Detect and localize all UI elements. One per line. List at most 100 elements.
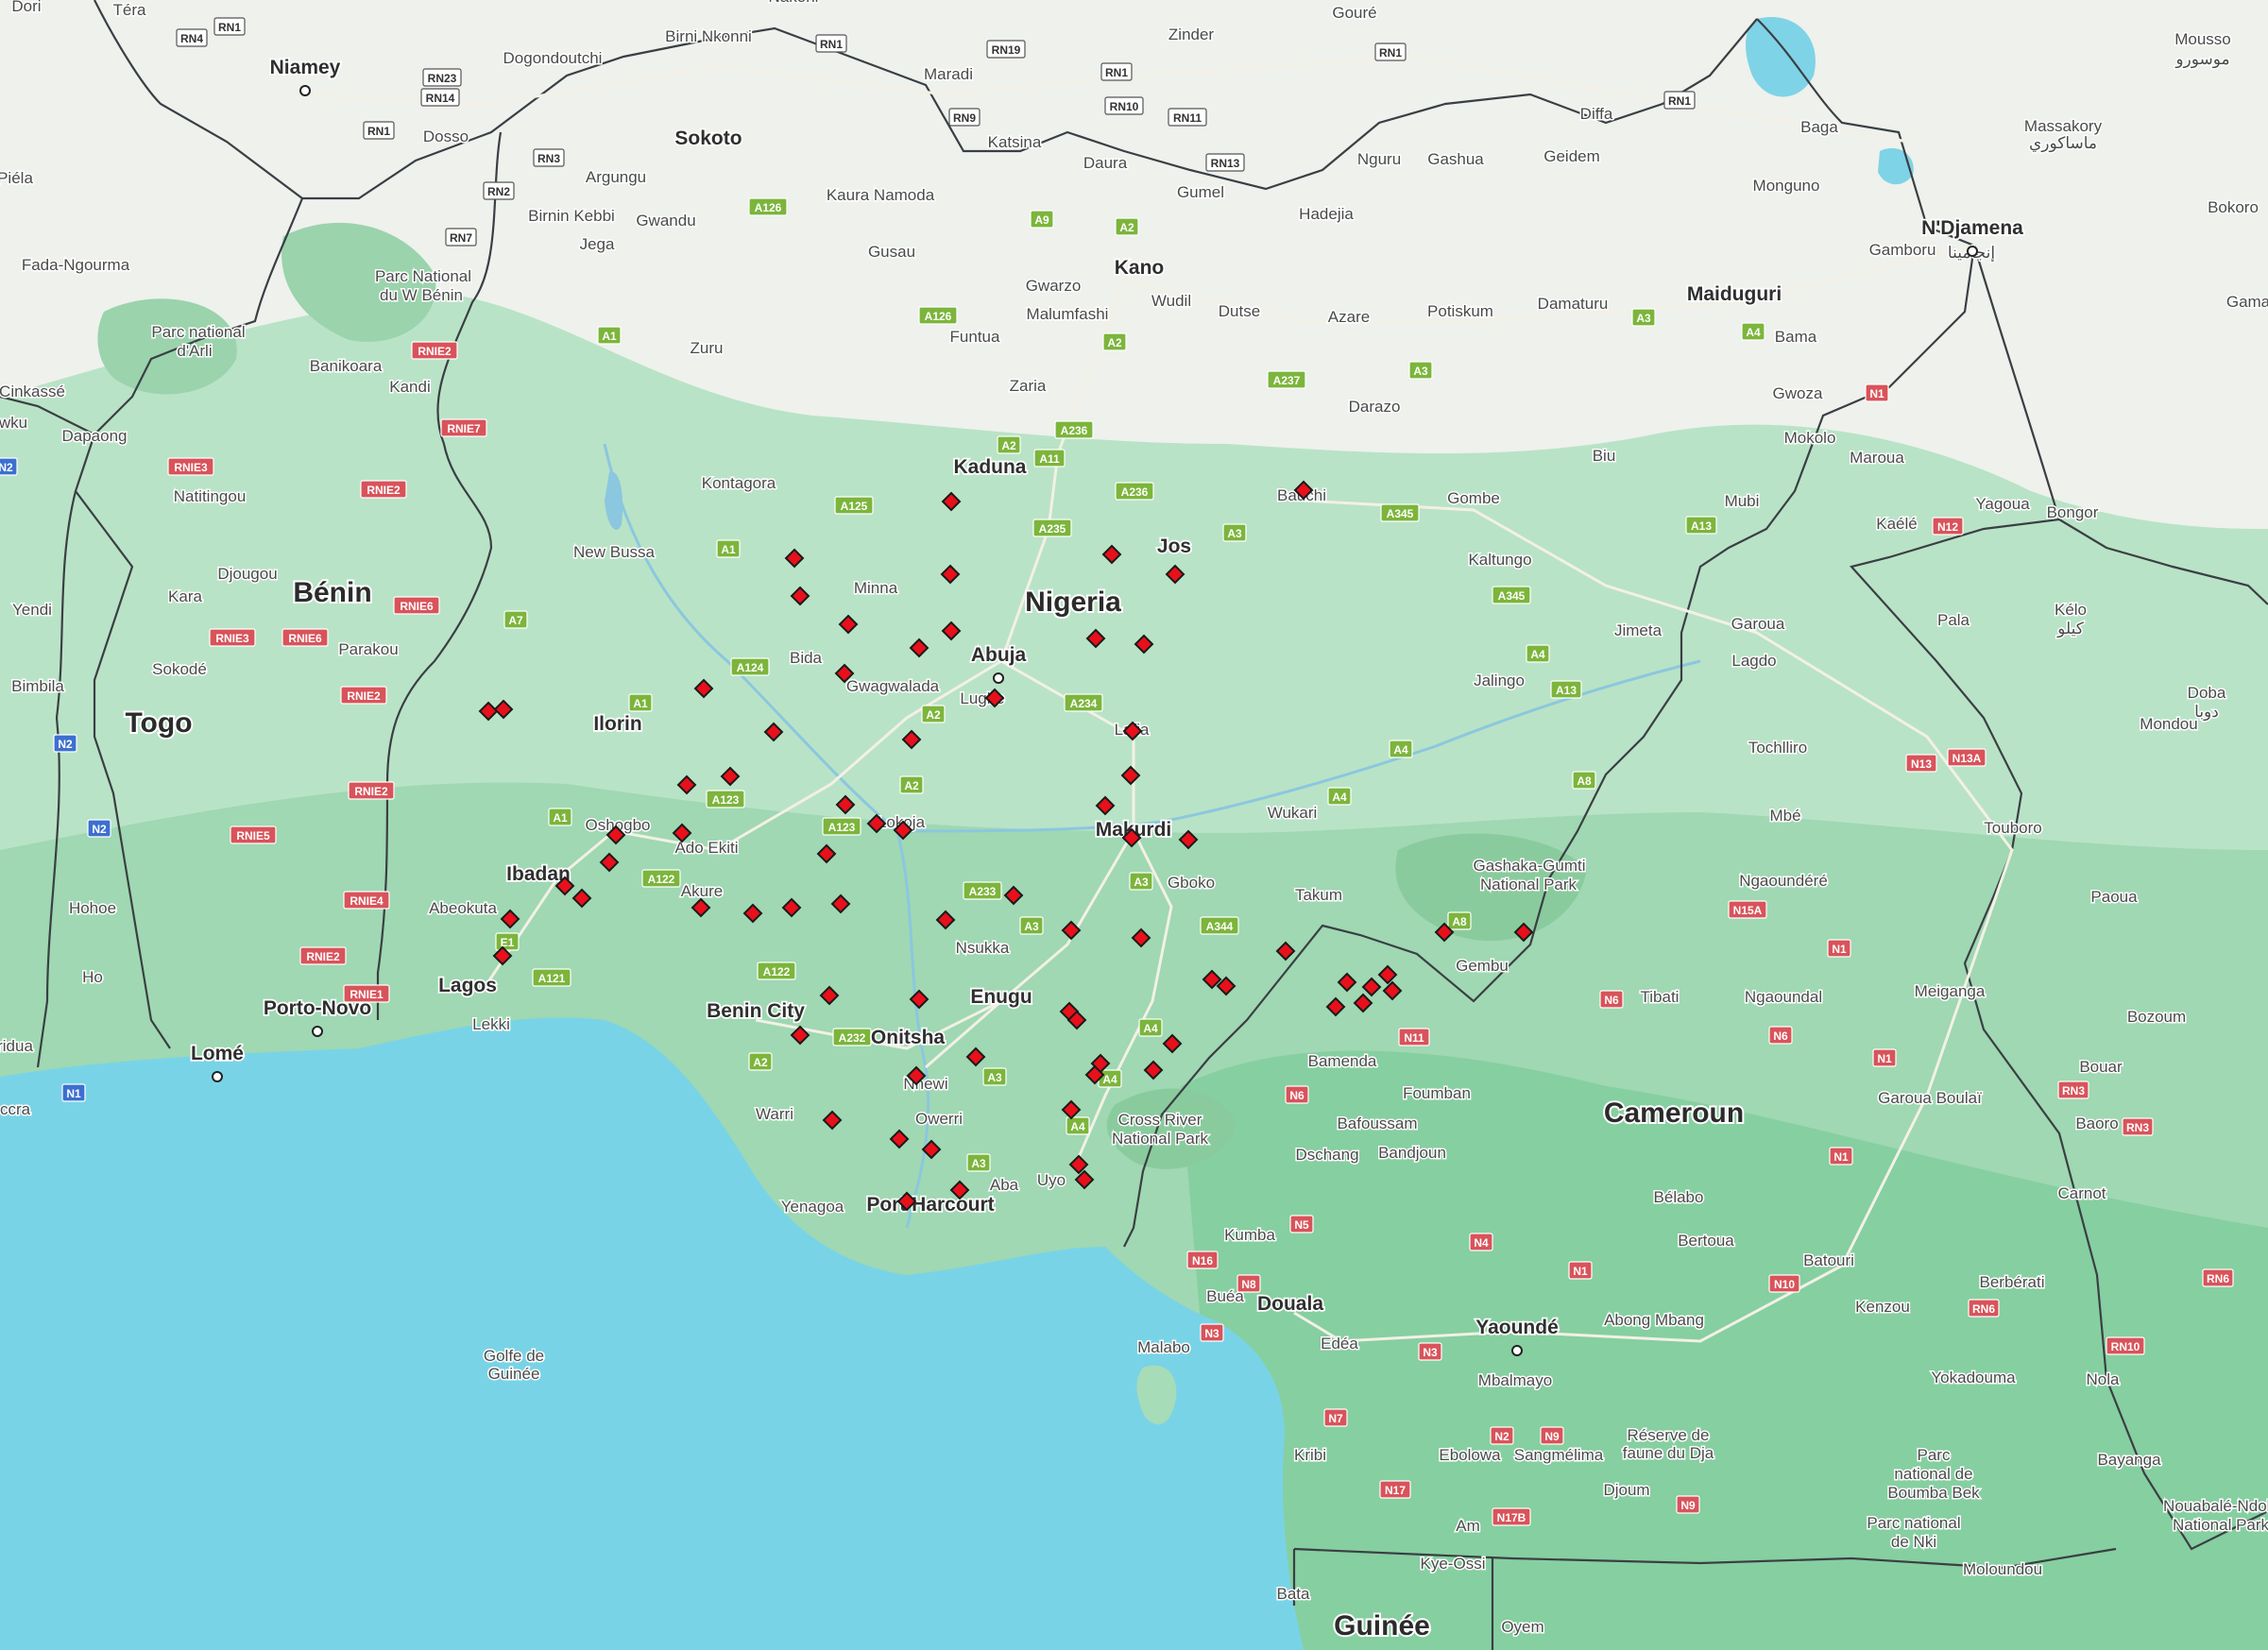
place-label[interactable]: Nakoni bbox=[767, 0, 820, 8]
place-label[interactable]: Parc national bbox=[1866, 1513, 1962, 1534]
place-label[interactable]: Jalingo bbox=[1473, 671, 1526, 691]
place-label[interactable]: Garoua bbox=[1730, 614, 1786, 635]
place-label[interactable]: Argungu bbox=[584, 167, 647, 188]
place-label[interactable]: Gwoza bbox=[1771, 383, 1824, 404]
place-label[interactable]: Mubi bbox=[1723, 491, 1761, 512]
city-label[interactable]: Lomé bbox=[189, 1041, 246, 1066]
place-label[interactable]: Parc national bbox=[150, 322, 247, 343]
place-label[interactable]: Yendi bbox=[11, 600, 54, 621]
place-label[interactable]: Akure bbox=[679, 881, 724, 902]
place-label[interactable]: دوبا bbox=[2193, 702, 2221, 723]
place-label[interactable]: Gouré bbox=[1331, 3, 1378, 24]
place-label[interactable]: Mokolo bbox=[1782, 428, 1837, 449]
place-label[interactable]: Kandi bbox=[388, 377, 432, 398]
place-label[interactable]: Boumba Bek bbox=[1886, 1483, 1982, 1504]
place-label[interactable]: Parc National bbox=[373, 266, 472, 287]
place-label[interactable]: موسورو bbox=[2174, 49, 2231, 71]
place-label[interactable]: Ngaoundal bbox=[1743, 987, 1823, 1008]
place-label[interactable]: Bozoum bbox=[2125, 1007, 2187, 1028]
place-label[interactable]: Mbalmayo bbox=[1476, 1370, 1553, 1391]
place-label[interactable]: Nola bbox=[2085, 1369, 2122, 1390]
place-label[interactable]: Bamenda bbox=[1306, 1051, 1378, 1072]
place-label[interactable]: Nsukka bbox=[954, 938, 1011, 959]
place-label[interactable]: Gashua bbox=[1426, 149, 1486, 170]
city-label[interactable]: Sokoto bbox=[674, 126, 744, 151]
city-label[interactable]: Benin City bbox=[705, 998, 807, 1024]
place-label[interactable]: Minna bbox=[852, 578, 899, 599]
place-label[interactable]: Monguno bbox=[1751, 176, 1821, 196]
place-label[interactable]: Gboko bbox=[1166, 873, 1216, 893]
place-label[interactable]: Diffa bbox=[1578, 104, 1614, 125]
place-label[interactable]: Lekki bbox=[471, 1014, 512, 1035]
city-label[interactable]: Maiduguri bbox=[1685, 281, 1783, 307]
place-label[interactable]: wku bbox=[0, 413, 29, 434]
place-label[interactable]: Réserve de bbox=[1626, 1425, 1711, 1446]
place-label[interactable]: Aba bbox=[988, 1175, 1020, 1196]
place-label[interactable]: Nguru bbox=[1356, 149, 1402, 170]
place-label[interactable]: Gwarzo bbox=[1024, 276, 1083, 297]
place-label[interactable]: Maradi bbox=[923, 64, 975, 85]
place-label[interactable]: Bouar bbox=[2078, 1057, 2124, 1078]
place-label[interactable]: Pala bbox=[1935, 610, 1971, 631]
place-label[interactable]: Bafoussam bbox=[1336, 1114, 1419, 1134]
place-label[interactable]: Malabo bbox=[1136, 1337, 1192, 1358]
place-label[interactable]: Touboro bbox=[1983, 818, 2043, 839]
place-label[interactable]: Abeokuta bbox=[428, 898, 499, 919]
city-label[interactable]: Niamey bbox=[268, 55, 343, 80]
place-label[interactable]: Lagdo bbox=[1731, 651, 1778, 672]
place-label[interactable]: Massakory bbox=[2022, 116, 2104, 137]
place-label[interactable]: Wudil bbox=[1150, 291, 1192, 312]
place-label[interactable]: Kaura Namoda bbox=[825, 185, 936, 206]
place-label[interactable]: Cross River bbox=[1117, 1110, 1203, 1131]
place-label[interactable]: Takum bbox=[1293, 885, 1343, 906]
place-label[interactable]: du W Bénin bbox=[379, 285, 465, 306]
place-label[interactable]: Tibati bbox=[1639, 987, 1680, 1008]
place-label[interactable]: Garoua Boulaï bbox=[1877, 1088, 1984, 1109]
place-label[interactable]: Dori bbox=[10, 0, 43, 17]
place-label[interactable]: Fada-Ngourma bbox=[20, 255, 131, 276]
place-label[interactable]: Bida bbox=[788, 648, 824, 669]
place-label[interactable]: Warri bbox=[755, 1104, 795, 1125]
place-label[interactable]: Golfe de bbox=[482, 1346, 545, 1367]
place-label[interactable]: Gwagwalada bbox=[844, 676, 941, 697]
city-label[interactable]: Douala bbox=[1255, 1291, 1325, 1317]
place-label[interactable]: Wukari bbox=[1266, 803, 1319, 824]
place-label[interactable]: Biu bbox=[1591, 446, 1617, 467]
place-label[interactable]: Geidem bbox=[1543, 146, 1602, 167]
place-label[interactable]: Bama bbox=[1773, 327, 1818, 348]
place-label[interactable]: Piéla bbox=[0, 168, 35, 189]
place-label[interactable]: Zinder bbox=[1167, 25, 1216, 45]
city-label[interactable]: Yaoundé bbox=[1474, 1315, 1560, 1340]
place-label[interactable]: Dosso bbox=[421, 127, 469, 147]
place-label[interactable]: Paoua bbox=[2089, 887, 2140, 908]
place-label[interactable]: Dutse bbox=[1217, 301, 1261, 322]
place-label[interactable]: Bongor bbox=[2045, 502, 2100, 523]
city-label[interactable]: N'Djamena bbox=[1919, 215, 2025, 241]
place-label[interactable]: Am bbox=[1455, 1516, 1482, 1537]
place-label[interactable]: Carnot bbox=[2056, 1183, 2107, 1204]
place-label[interactable]: Bertoua bbox=[1677, 1231, 1736, 1251]
place-label[interactable]: Kenzou bbox=[1854, 1297, 1912, 1318]
city-label[interactable]: Enugu bbox=[969, 984, 1034, 1010]
place-label[interactable]: Zuru bbox=[689, 338, 725, 359]
place-label[interactable]: Bayanga bbox=[2096, 1450, 2163, 1471]
place-label[interactable]: Bokoro bbox=[2207, 197, 2260, 218]
city-label[interactable]: Onitsha bbox=[869, 1025, 946, 1050]
place-label[interactable]: Gama bbox=[2225, 292, 2268, 313]
place-label[interactable]: Ado Ekiti bbox=[674, 838, 740, 859]
place-label[interactable]: de Nki bbox=[1889, 1532, 1937, 1553]
place-label[interactable]: Dschang bbox=[1294, 1145, 1360, 1165]
place-label[interactable]: Kaltungo bbox=[1467, 550, 1533, 570]
place-label[interactable]: Batouri bbox=[1802, 1250, 1856, 1271]
place-label[interactable]: Nouabalé-Ndoki bbox=[2162, 1496, 2268, 1517]
place-label[interactable]: Hadejia bbox=[1298, 204, 1356, 225]
place-label[interactable]: Yenagoa bbox=[779, 1197, 845, 1217]
place-label[interactable]: ridua bbox=[0, 1036, 35, 1057]
place-label[interactable]: Gashaka-Gumti bbox=[1472, 856, 1587, 876]
place-label[interactable]: Azare bbox=[1326, 307, 1371, 328]
place-label[interactable]: Owerri bbox=[913, 1109, 963, 1130]
place-label[interactable]: Maroua bbox=[1849, 448, 1906, 468]
place-label[interactable]: Zaria bbox=[1008, 376, 1048, 397]
place-label[interactable]: Téra bbox=[111, 0, 148, 21]
place-label[interactable]: Katsina bbox=[986, 132, 1043, 153]
